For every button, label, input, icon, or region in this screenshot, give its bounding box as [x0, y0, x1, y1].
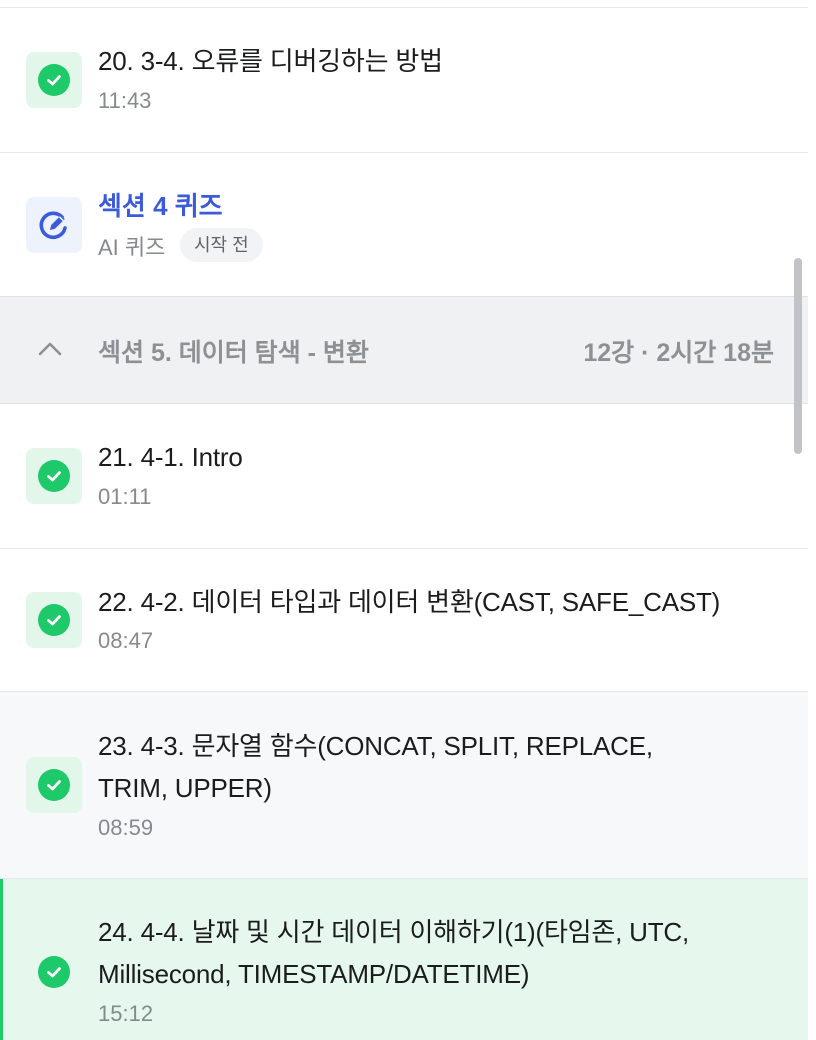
- check-circle-icon: [38, 460, 70, 492]
- lecture-title-line-2: Millisecond, TIMESTAMP/DATETIME): [98, 959, 530, 989]
- quiz-badge: [26, 197, 82, 253]
- lecture-row-20[interactable]: 20. 3-4. 오류를 디버깅하는 방법 11:43: [0, 8, 808, 153]
- lecture-row-22[interactable]: 22. 4-2. 데이터 타입과 데이터 변환(CAST, SAFE_CAST)…: [0, 549, 808, 692]
- scrollbar-thumb[interactable]: [794, 258, 802, 454]
- lecture-title-line-1: 24. 4-4. 날짜 및 시간 데이터 이해하기(1)(타임존, UTC,: [98, 917, 690, 947]
- lecture-title: 22. 4-2. 데이터 타입과 데이터 변환(CAST, SAFE_CAST): [98, 587, 721, 617]
- previous-row-edge: [0, 0, 808, 8]
- lecture-duration: 08:59: [98, 815, 154, 840]
- status-badge: 시작 전: [180, 228, 263, 262]
- lecture-title-line-1: 23. 4-3. 문자열 함수(CONCAT, SPLIT, REPLACE,: [98, 731, 653, 761]
- section-header[interactable]: 섹션 5. 데이터 탐색 - 변환 12강 · 2시간 18분: [0, 296, 808, 404]
- lecture-duration: 01:11: [98, 484, 152, 509]
- check-circle-icon: [38, 769, 70, 801]
- section-meta: 12강 · 2시간 18분: [583, 339, 774, 367]
- curriculum-panel: 20. 3-4. 오류를 디버깅하는 방법 11:43 섹션 4 퀴즈 AI 퀴…: [0, 0, 808, 1040]
- completed-badge: [26, 944, 82, 1000]
- section-title: 섹션 5. 데이터 탐색 - 변환: [98, 339, 369, 367]
- completed-badge: [26, 592, 82, 648]
- lecture-row-21[interactable]: 21. 4-1. Intro 01:11: [0, 404, 808, 549]
- lecture-duration: 08:47: [98, 628, 154, 653]
- completed-badge: [26, 448, 82, 504]
- lecture-title: 20. 3-4. 오류를 디버깅하는 방법: [98, 46, 443, 76]
- lecture-duration: 11:43: [98, 88, 152, 113]
- lecture-title: 21. 4-1. Intro: [98, 442, 243, 472]
- check-circle-icon: [38, 64, 70, 96]
- pencil-circle-icon: [39, 211, 67, 240]
- lecture-row-24-current[interactable]: 24. 4-4. 날짜 및 시간 데이터 이해하기(1)(타임존, UTC, M…: [0, 879, 808, 1040]
- quiz-type-label: AI 퀴즈: [98, 235, 166, 260]
- lecture-row-23[interactable]: 23. 4-3. 문자열 함수(CONCAT, SPLIT, REPLACE, …: [0, 692, 808, 879]
- check-circle-icon: [38, 604, 70, 636]
- lecture-title-line-2: TRIM, UPPER): [98, 773, 272, 803]
- completed-badge: [26, 757, 82, 813]
- quiz-row[interactable]: [0, 153, 808, 296]
- chevron-up-icon[interactable]: [36, 335, 64, 363]
- completed-badge: [26, 52, 82, 108]
- quiz-title[interactable]: 섹션 4 퀴즈: [98, 186, 223, 223]
- lecture-duration: 15:12: [98, 1001, 154, 1026]
- check-circle-icon: [38, 956, 70, 988]
